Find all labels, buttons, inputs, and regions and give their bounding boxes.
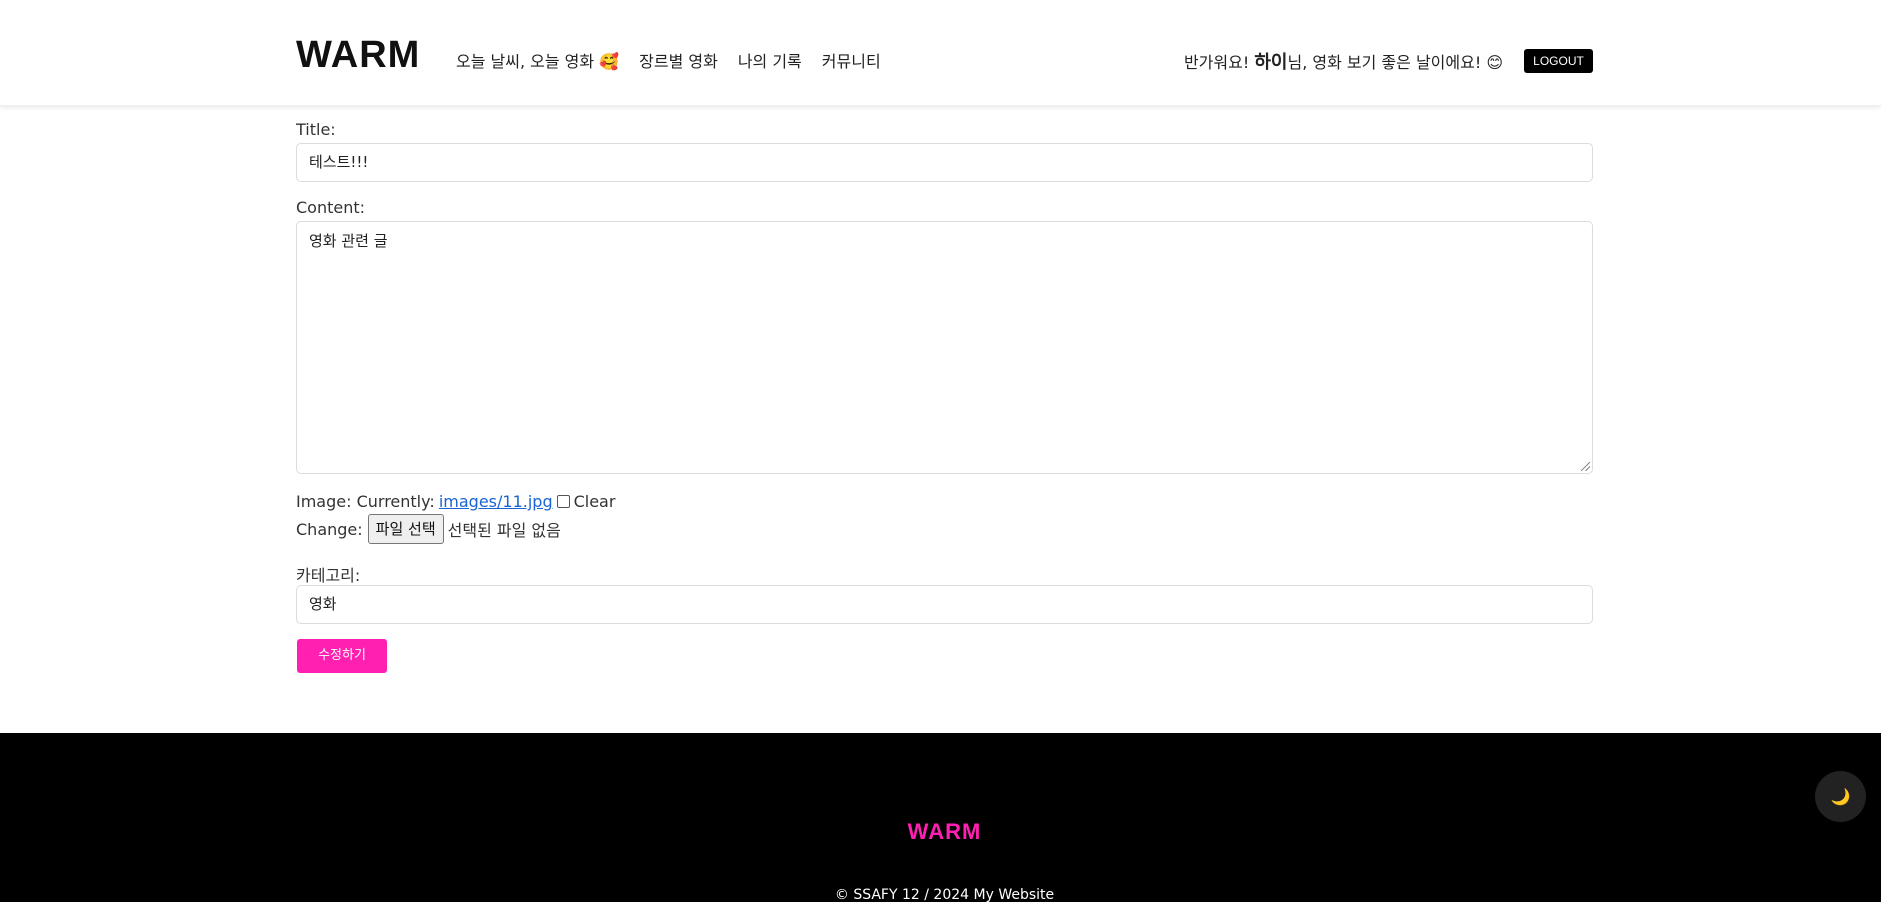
image-label: Image: Currently: [296, 492, 435, 511]
logout-button[interactable]: LOGOUT [1524, 49, 1593, 73]
greeting-suffix: 님, 영화 보기 좋은 날이에요! 😊 [1287, 53, 1503, 72]
category-label: 카테고리: [296, 566, 361, 585]
nav-item-community[interactable]: 커뮤니티 [822, 48, 881, 72]
footer-logo: WARM [907, 819, 982, 844]
dark-mode-toggle-moon-icon[interactable]: 🌙 [1815, 771, 1866, 822]
main-nav: 오늘 날씨, 오늘 영화 🥰 장르별 영화 나의 기록 커뮤니티 [456, 48, 881, 72]
nav-item-weather-movie[interactable]: 오늘 날씨, 오늘 영화 🥰 [456, 48, 619, 72]
username: 하이 [1254, 52, 1288, 73]
submit-edit-button[interactable]: 수정하기 [297, 639, 387, 673]
clear-image-checkbox[interactable] [556, 495, 570, 508]
site-footer: WARM © SSAFY 12 / 2024 My Website [0, 733, 1881, 903]
nav-item-genre-movies[interactable]: 장르별 영화 [639, 48, 718, 72]
user-greeting: 반가워요! 하이님, 영화 보기 좋은 날이에요! 😊 [1184, 48, 1503, 74]
title-input[interactable]: 테스트!!! [296, 143, 1593, 182]
change-label: Change: [296, 519, 363, 539]
content-label: Content: [296, 198, 366, 217]
image-current-row: Image: Currently: images/11.jpg Clear [296, 492, 615, 511]
file-select-button[interactable]: 파일 선택 [367, 514, 444, 544]
greeting-prefix: 반가워요! [1183, 53, 1255, 72]
content-textarea[interactable]: 영화 관련 글 [296, 221, 1593, 474]
image-change-row: Change: 파일 선택 선택된 파일 없음 [296, 514, 561, 544]
footer-copyright: © SSAFY 12 / 2024 My Website [834, 887, 1055, 903]
clear-label: Clear [573, 492, 616, 511]
content-text: 영화 관련 글 [309, 232, 388, 250]
site-logo[interactable]: WARM [296, 32, 420, 78]
resize-handle-icon[interactable] [1581, 462, 1590, 471]
title-label: Title: [296, 120, 336, 139]
current-image-link[interactable]: images/11.jpg [439, 492, 553, 511]
category-input[interactable]: 영화 [296, 585, 1593, 624]
file-status: 선택된 파일 없음 [447, 521, 561, 540]
site-header: WARM 오늘 날씨, 오늘 영화 🥰 장르별 영화 나의 기록 커뮤니티 반가… [0, 0, 1881, 106]
nav-item-my-records[interactable]: 나의 기록 [738, 48, 802, 72]
